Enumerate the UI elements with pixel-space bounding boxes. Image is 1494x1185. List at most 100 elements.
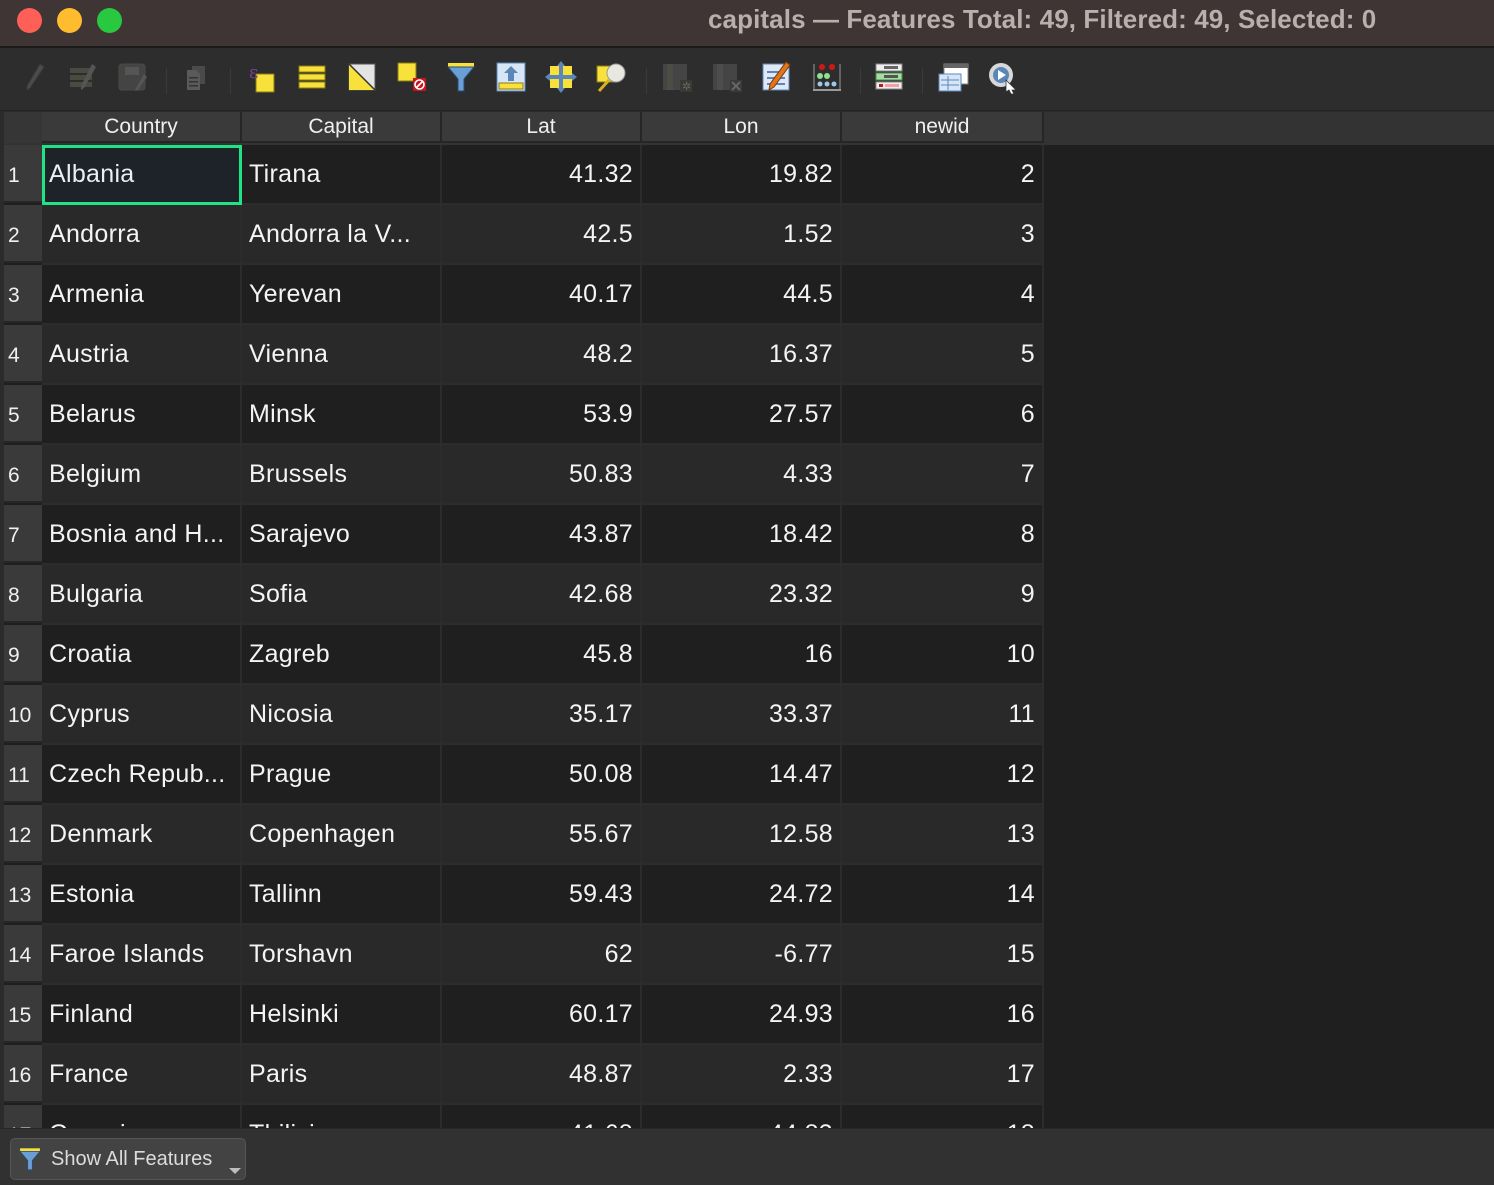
row-header[interactable]: 17 bbox=[4, 1105, 42, 1128]
table-row[interactable]: 6 Belgium Brussels 50.83 4.33 7 bbox=[4, 445, 1044, 505]
cell-capital[interactable]: Sarajevo bbox=[242, 505, 442, 565]
column-header-country[interactable]: Country bbox=[42, 112, 242, 143]
cell-lon[interactable]: 4.33 bbox=[642, 445, 842, 505]
row-header[interactable]: 6 bbox=[4, 445, 42, 503]
row-header[interactable]: 3 bbox=[4, 265, 42, 323]
dock-table-button[interactable] bbox=[936, 60, 970, 94]
cell-country[interactable]: Armenia bbox=[42, 265, 242, 325]
cell-newid[interactable]: 16 bbox=[842, 985, 1044, 1045]
cell-lat[interactable]: 41.68 bbox=[442, 1105, 642, 1128]
cell-lat[interactable]: 59.43 bbox=[442, 865, 642, 925]
save-edits-button[interactable] bbox=[116, 60, 150, 94]
cell-capital[interactable]: Sofia bbox=[242, 565, 442, 625]
cell-newid[interactable]: 13 bbox=[842, 805, 1044, 865]
column-header-newid[interactable]: newid bbox=[842, 112, 1044, 143]
table-row[interactable]: 15 Finland Helsinki 60.17 24.93 16 bbox=[4, 985, 1044, 1045]
cell-newid[interactable]: 3 bbox=[842, 205, 1044, 265]
cell-newid[interactable]: 9 bbox=[842, 565, 1044, 625]
cell-capital[interactable]: Paris bbox=[242, 1045, 442, 1105]
cell-lat[interactable]: 43.87 bbox=[442, 505, 642, 565]
cell-country[interactable]: Austria bbox=[42, 325, 242, 385]
column-header-lon[interactable]: Lon bbox=[642, 112, 842, 143]
cell-lon[interactable]: 44.83 bbox=[642, 1105, 842, 1128]
cell-country[interactable]: Czech Repub... bbox=[42, 745, 242, 805]
table-row[interactable]: 2 Andorra Andorra la V... 42.5 1.52 3 bbox=[4, 205, 1044, 265]
cell-capital[interactable]: Minsk bbox=[242, 385, 442, 445]
cell-capital[interactable]: Brussels bbox=[242, 445, 442, 505]
cell-lat[interactable]: 48.87 bbox=[442, 1045, 642, 1105]
delete-field-button[interactable] bbox=[710, 60, 744, 94]
cell-newid[interactable]: 12 bbox=[842, 745, 1044, 805]
row-header[interactable]: 8 bbox=[4, 565, 42, 623]
run-action-button[interactable] bbox=[986, 60, 1020, 94]
cell-newid[interactable]: 4 bbox=[842, 265, 1044, 325]
cell-lon[interactable]: 16 bbox=[642, 625, 842, 685]
select-all-button[interactable] bbox=[295, 60, 329, 94]
cell-lat[interactable]: 53.9 bbox=[442, 385, 642, 445]
row-header[interactable]: 5 bbox=[4, 385, 42, 443]
pan-to-selected-button[interactable] bbox=[544, 60, 578, 94]
minimize-window-button[interactable] bbox=[57, 8, 82, 33]
row-header[interactable]: 2 bbox=[4, 205, 42, 263]
new-field-button[interactable]: ✲ bbox=[660, 60, 694, 94]
row-header[interactable]: 1 bbox=[4, 145, 42, 203]
row-header[interactable]: 12 bbox=[4, 805, 42, 863]
invert-selection-button[interactable] bbox=[345, 60, 379, 94]
cell-lon[interactable]: 27.57 bbox=[642, 385, 842, 445]
cell-lon[interactable]: 16.37 bbox=[642, 325, 842, 385]
cell-newid[interactable]: 8 bbox=[842, 505, 1044, 565]
cell-capital[interactable]: Tirana bbox=[242, 145, 442, 205]
table-row[interactable]: 8 Bulgaria Sofia 42.68 23.32 9 bbox=[4, 565, 1044, 625]
cell-lon[interactable]: 23.32 bbox=[642, 565, 842, 625]
cell-lat[interactable]: 42.68 bbox=[442, 565, 642, 625]
cell-newid[interactable]: 17 bbox=[842, 1045, 1044, 1105]
cell-capital[interactable]: Tbilisi bbox=[242, 1105, 442, 1128]
cell-lon[interactable]: 12.58 bbox=[642, 805, 842, 865]
toggle-multi-edit-button[interactable] bbox=[66, 60, 100, 94]
cell-newid[interactable]: 15 bbox=[842, 925, 1044, 985]
cell-country[interactable]: Georgia bbox=[42, 1105, 242, 1128]
table-row[interactable]: 5 Belarus Minsk 53.9 27.57 6 bbox=[4, 385, 1044, 445]
cell-newid[interactable]: 2 bbox=[842, 145, 1044, 205]
deselect-all-button[interactable] bbox=[395, 60, 429, 94]
table-row[interactable]: 4 Austria Vienna 48.2 16.37 5 bbox=[4, 325, 1044, 385]
cell-lon[interactable]: 24.93 bbox=[642, 985, 842, 1045]
cell-lon[interactable]: 14.47 bbox=[642, 745, 842, 805]
cell-country[interactable]: Cyprus bbox=[42, 685, 242, 745]
conditional-formatting-button[interactable] bbox=[810, 60, 844, 94]
cell-newid[interactable]: 7 bbox=[842, 445, 1044, 505]
cell-lat[interactable]: 60.17 bbox=[442, 985, 642, 1045]
zoom-to-selected-button[interactable] bbox=[594, 60, 628, 94]
cell-lat[interactable]: 35.17 bbox=[442, 685, 642, 745]
column-header-lat[interactable]: Lat bbox=[442, 112, 642, 143]
cell-lat[interactable]: 50.83 bbox=[442, 445, 642, 505]
table-row[interactable]: 10 Cyprus Nicosia 35.17 33.37 11 bbox=[4, 685, 1044, 745]
show-features-filter-dropdown[interactable]: Show All Features bbox=[10, 1138, 246, 1180]
table-row[interactable]: 7 Bosnia and H... Sarajevo 43.87 18.42 8 bbox=[4, 505, 1044, 565]
row-header[interactable]: 16 bbox=[4, 1045, 42, 1103]
cell-lat[interactable]: 45.8 bbox=[442, 625, 642, 685]
row-header[interactable]: 4 bbox=[4, 325, 42, 383]
cell-capital[interactable]: Yerevan bbox=[242, 265, 442, 325]
cell-country[interactable]: France bbox=[42, 1045, 242, 1105]
cell-lon[interactable]: 33.37 bbox=[642, 685, 842, 745]
cell-lon[interactable]: 2.33 bbox=[642, 1045, 842, 1105]
cell-newid[interactable]: 5 bbox=[842, 325, 1044, 385]
cell-newid[interactable]: 14 bbox=[842, 865, 1044, 925]
row-header[interactable]: 13 bbox=[4, 865, 42, 923]
cell-country[interactable]: Belarus bbox=[42, 385, 242, 445]
cell-capital[interactable]: Helsinki bbox=[242, 985, 442, 1045]
toggle-editing-button[interactable] bbox=[18, 60, 52, 94]
select-by-expression-button[interactable]: ε bbox=[246, 60, 280, 94]
cell-lat[interactable]: 42.5 bbox=[442, 205, 642, 265]
cell-country[interactable]: Estonia bbox=[42, 865, 242, 925]
cell-lon[interactable]: -6.77 bbox=[642, 925, 842, 985]
cell-newid[interactable]: 18 bbox=[842, 1105, 1044, 1128]
cell-country[interactable]: Croatia bbox=[42, 625, 242, 685]
table-row[interactable]: 12 Denmark Copenhagen 55.67 12.58 13 bbox=[4, 805, 1044, 865]
cell-country[interactable]: Denmark bbox=[42, 805, 242, 865]
cell-country[interactable]: Bosnia and H... bbox=[42, 505, 242, 565]
cell-lat[interactable]: 48.2 bbox=[442, 325, 642, 385]
cell-capital[interactable]: Vienna bbox=[242, 325, 442, 385]
cell-country[interactable]: Bulgaria bbox=[42, 565, 242, 625]
